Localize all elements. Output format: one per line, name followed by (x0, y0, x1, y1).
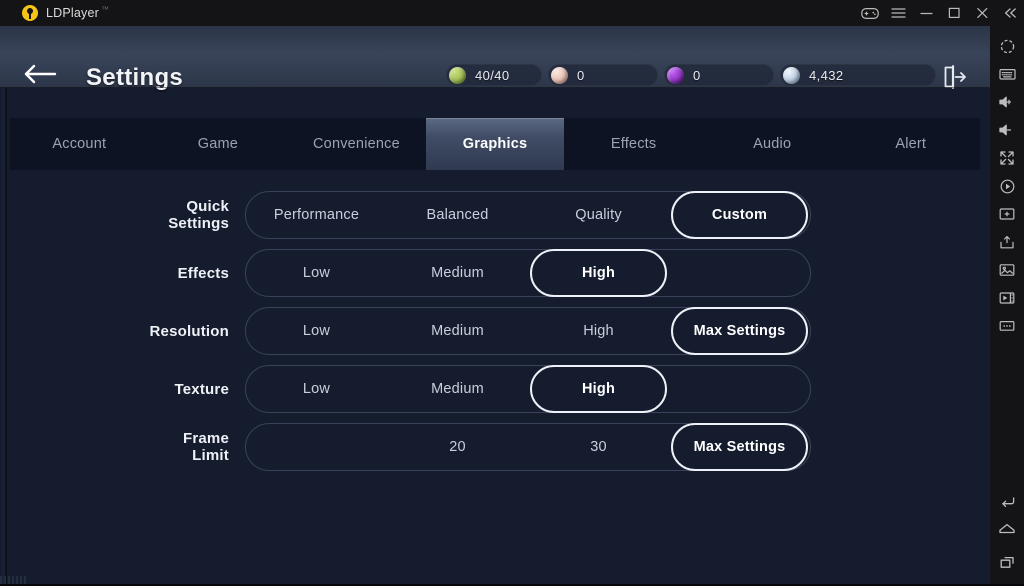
option-resolution-high[interactable]: High (528, 308, 669, 354)
setting-label-resolution: Resolution (0, 323, 245, 340)
option-texture-low[interactable]: Low (246, 366, 387, 412)
option-resolution-low[interactable]: Low (246, 308, 387, 354)
resize-grip[interactable] (0, 576, 26, 584)
resource-energy[interactable]: 40/40 (446, 64, 542, 86)
setting-label-line-1: Quick (186, 198, 229, 215)
exit-button[interactable] (938, 64, 968, 90)
gamepad-icon[interactable] (856, 0, 884, 26)
window-title: LDPlayer ™ (46, 5, 109, 20)
option-performance[interactable]: Performance (246, 192, 387, 238)
android-recents-icon[interactable] (990, 548, 1024, 576)
tab-game[interactable]: Game (149, 118, 288, 170)
tab-graphics[interactable]: Graphics (425, 118, 565, 170)
segmented-control-effects: Low Medium High (245, 249, 811, 297)
option-frame-30[interactable]: 30 (528, 424, 669, 470)
resource-energy-value: 40/40 (475, 67, 510, 83)
resource-bar: 40/40 0 0 4,432 (446, 64, 936, 86)
tab-convenience[interactable]: Convenience (287, 118, 426, 170)
setting-row-texture: Texture Low Medium High (0, 360, 990, 418)
setting-label-line-1: Texture (174, 380, 229, 398)
emulator-viewport: Settings 40/40 0 0 4,432 Account Game Co… (0, 26, 990, 586)
maximize-icon[interactable] (940, 0, 968, 26)
option-effects-high[interactable]: High (528, 249, 669, 297)
add-instance-icon[interactable] (990, 200, 1024, 228)
tab-audio[interactable]: Audio (703, 118, 842, 170)
tab-effects[interactable]: Effects (564, 118, 703, 170)
option-texture-high[interactable]: High (528, 365, 669, 413)
setting-label-line-1: Frame (182, 430, 229, 447)
android-back-icon[interactable] (990, 486, 1024, 514)
page-title: Settings (86, 64, 184, 91)
option-resolution-medium[interactable]: Medium (387, 308, 528, 354)
volume-down-icon[interactable] (990, 116, 1024, 144)
resource-pink[interactable]: 0 (548, 64, 658, 86)
setting-label-effects: Effects (0, 265, 245, 282)
resource-coins-value: 4,432 (809, 67, 844, 83)
setting-label-frame-limit: Frame Limit (0, 430, 245, 464)
keyboard-icon[interactable] (990, 60, 1024, 88)
more-icon[interactable] (990, 312, 1024, 340)
settings-tab-bar: Account Game Convenience Graphics Effect… (10, 118, 980, 170)
record-icon[interactable] (990, 172, 1024, 200)
ldplayer-window: LDPlayer ™ Settings 40/40 0 0 4,432 Acco… (0, 0, 1024, 586)
currency-pink-icon (551, 66, 568, 84)
segmented-control-resolution: Low Medium High Max Settings (245, 307, 811, 355)
resource-pink-value: 0 (577, 67, 585, 83)
side-dock (990, 26, 1024, 586)
setting-label-line-2: Settings (168, 215, 229, 232)
resource-coins[interactable]: 4,432 (780, 64, 936, 86)
currency-purple-icon (667, 66, 684, 84)
settings-gear-icon[interactable] (990, 32, 1024, 60)
menu-icon[interactable] (884, 0, 912, 26)
option-quality[interactable]: Quality (528, 192, 669, 238)
resource-purple[interactable]: 0 (664, 64, 774, 86)
trademark-mark: ™ (101, 5, 110, 15)
segmented-control-frame-limit: 20 30 Max Settings (245, 423, 811, 471)
option-texture-empty (669, 366, 810, 412)
minimize-icon[interactable] (912, 0, 940, 26)
option-custom[interactable]: Custom (669, 191, 810, 239)
option-texture-medium[interactable]: Medium (387, 366, 528, 412)
setting-row-effects: Effects Low Medium High (0, 244, 990, 302)
tab-account[interactable]: Account (10, 118, 149, 170)
segmented-control-quick-settings: Performance Balanced Quality Custom (245, 191, 811, 239)
fullscreen-icon[interactable] (990, 144, 1024, 172)
game-header: Settings 40/40 0 0 4,432 (0, 26, 990, 91)
setting-label-quick-settings: Quick Settings (0, 198, 245, 232)
option-effects-medium[interactable]: Medium (387, 250, 528, 296)
option-effects-low[interactable]: Low (246, 250, 387, 296)
setting-label-texture: Texture (0, 381, 245, 398)
screenshot-icon[interactable] (990, 256, 1024, 284)
install-apk-icon[interactable] (990, 228, 1024, 256)
setting-row-quick-settings: Quick Settings Performance Balanced Qual… (0, 186, 990, 244)
ldplayer-logo-icon (22, 5, 38, 21)
android-home-icon[interactable] (990, 514, 1024, 542)
option-effects-empty (669, 250, 810, 296)
video-icon[interactable] (990, 284, 1024, 312)
back-button[interactable] (22, 64, 58, 84)
option-resolution-max[interactable]: Max Settings (669, 307, 810, 355)
segmented-control-texture: Low Medium High (245, 365, 811, 413)
tab-alert[interactable]: Alert (841, 118, 980, 170)
collapse-icon[interactable] (996, 0, 1024, 26)
setting-label-line-1: Effects (177, 264, 229, 282)
window-title-text: LDPlayer (46, 6, 100, 21)
energy-icon (449, 66, 466, 84)
option-frame-max[interactable]: Max Settings (669, 423, 810, 471)
title-bar: LDPlayer ™ (0, 0, 1024, 26)
setting-row-resolution: Resolution Low Medium High Max Settings (0, 302, 990, 360)
option-frame-20[interactable]: 20 (387, 424, 528, 470)
coins-icon (783, 66, 800, 84)
setting-row-frame-limit: Frame Limit 20 30 Max Settings (0, 418, 990, 476)
setting-label-line-2: Limit (192, 447, 229, 464)
resource-purple-value: 0 (693, 67, 701, 83)
option-frame-empty (246, 424, 387, 470)
close-icon[interactable] (968, 0, 996, 26)
graphics-settings-list: Quick Settings Performance Balanced Qual… (0, 186, 990, 476)
volume-up-icon[interactable] (990, 88, 1024, 116)
option-balanced[interactable]: Balanced (387, 192, 528, 238)
setting-label-line-1: Resolution (149, 322, 229, 340)
